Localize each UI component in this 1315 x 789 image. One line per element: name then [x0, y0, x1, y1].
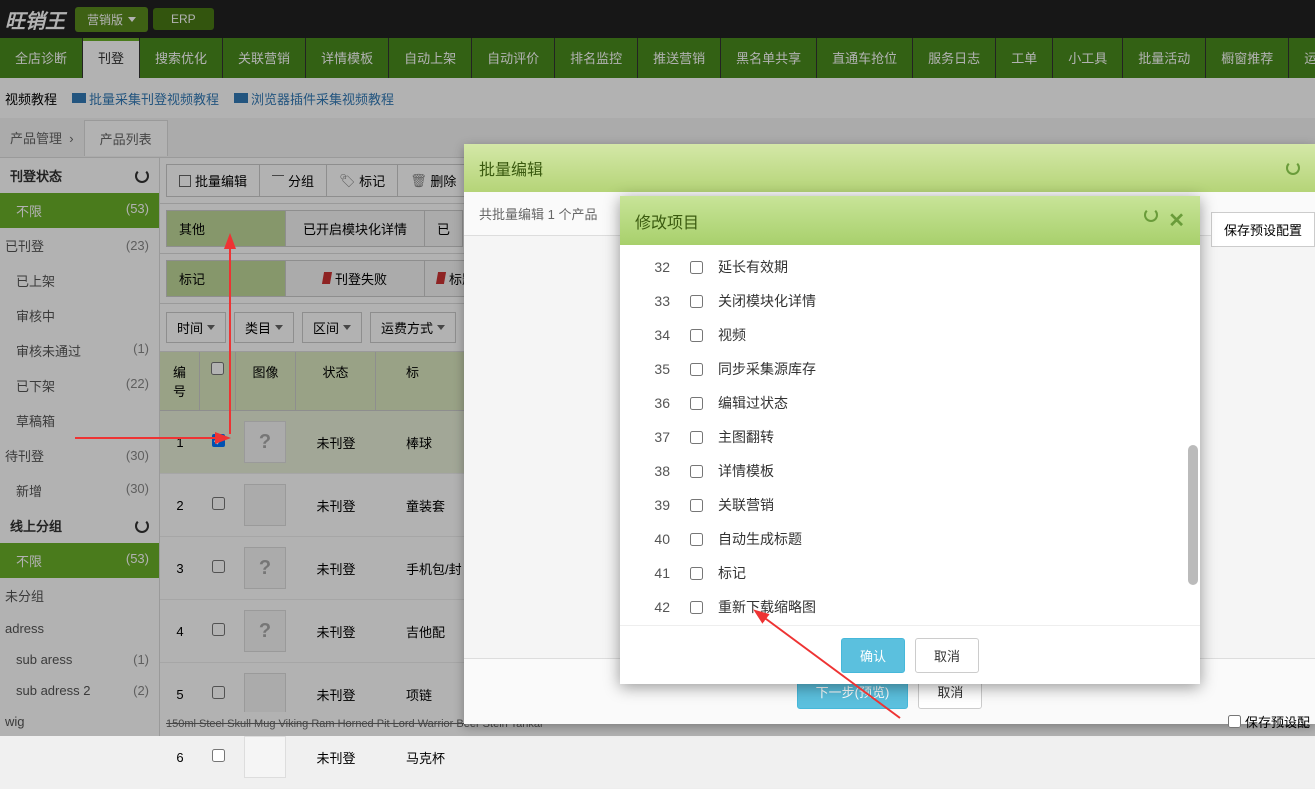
row-status: 未刊登: [296, 738, 376, 777]
batch-modal-title: 批量编辑: [479, 156, 543, 180]
item-label: 关闭模块化详情: [718, 291, 816, 311]
item-checkbox[interactable]: [690, 431, 703, 444]
item-num: 39: [640, 497, 670, 513]
modify-item[interactable]: 37 主图翻转: [620, 420, 1200, 454]
modify-item[interactable]: 43增加主图: [620, 624, 1200, 625]
item-checkbox[interactable]: [690, 567, 703, 580]
item-checkbox[interactable]: [690, 295, 703, 308]
save-preset-checkbox-label[interactable]: 保存预设配: [1228, 712, 1310, 731]
modify-item[interactable]: 42重新下载缩略图: [620, 590, 1200, 624]
modify-item[interactable]: 39 关联营销: [620, 488, 1200, 522]
item-checkbox[interactable]: [690, 533, 703, 546]
row-check: [200, 739, 236, 775]
item-label: 编辑过状态: [718, 393, 788, 413]
refresh-icon[interactable]: [1286, 161, 1300, 175]
annotation-arrow-1: [210, 234, 250, 439]
modify-item[interactable]: 34 视频: [620, 318, 1200, 352]
item-num: 41: [640, 565, 670, 581]
cancel-button[interactable]: 取消: [915, 638, 979, 673]
item-num: 40: [640, 531, 670, 547]
item-num: 36: [640, 395, 670, 411]
item-label: 详情模板: [718, 461, 774, 481]
inner-modal-header: 修改项目 ✕: [620, 196, 1200, 245]
item-num: 38: [640, 463, 670, 479]
item-num: 35: [640, 361, 670, 377]
item-label: 同步采集源库存: [718, 359, 816, 379]
row-title: 马克杯: [376, 738, 1315, 777]
inner-modal-actions: ✕: [1144, 208, 1185, 233]
row-checkbox[interactable]: [212, 749, 225, 762]
item-label: 延长有效期: [718, 257, 788, 277]
modify-item[interactable]: 36 编辑过状态: [620, 386, 1200, 420]
modify-item-modal: 修改项目 ✕ 32 延长有效期 33 关闭模块化详情 34 视频 35 同步采集源库存 36 编辑…: [620, 196, 1200, 684]
scrollbar-thumb[interactable]: [1188, 445, 1198, 585]
modify-item[interactable]: 41 标记: [620, 556, 1200, 590]
item-label: 标记: [718, 563, 746, 583]
item-label: 自动生成标题: [718, 529, 802, 549]
save-preset-button[interactable]: 保存预设配置: [1211, 212, 1315, 247]
modify-item[interactable]: 38 详情模板: [620, 454, 1200, 488]
save-preset-checkbox[interactable]: [1228, 715, 1241, 728]
item-checkbox[interactable]: [690, 363, 703, 376]
thumbnail: [244, 736, 286, 778]
item-checkbox[interactable]: [690, 601, 703, 614]
modify-item[interactable]: 40 自动生成标题: [620, 522, 1200, 556]
item-checkbox[interactable]: [690, 329, 703, 342]
modify-item[interactable]: 35 同步采集源库存: [620, 352, 1200, 386]
item-num: 37: [640, 429, 670, 445]
item-num: 42: [640, 599, 670, 615]
annotation-arrow-2: [75, 428, 235, 453]
item-checkbox[interactable]: [690, 465, 703, 478]
inner-modal-title: 修改项目: [635, 209, 699, 233]
annotation-arrow-3: [750, 608, 910, 733]
item-num: 33: [640, 293, 670, 309]
item-num: 34: [640, 327, 670, 343]
close-icon[interactable]: ✕: [1168, 208, 1185, 233]
item-checkbox[interactable]: [690, 261, 703, 274]
item-checkbox[interactable]: [690, 397, 703, 410]
item-num: 32: [640, 259, 670, 275]
row-num: 6: [160, 740, 200, 775]
modify-item[interactable]: 32 延长有效期: [620, 250, 1200, 284]
item-label: 关联营销: [718, 495, 774, 515]
refresh-icon[interactable]: [1144, 208, 1158, 222]
inner-modal-list[interactable]: 32 延长有效期 33 关闭模块化详情 34 视频 35 同步采集源库存 36 编辑过状态 37 主图…: [620, 245, 1200, 625]
item-label: 主图翻转: [718, 427, 774, 447]
item-checkbox[interactable]: [690, 499, 703, 512]
modify-item[interactable]: 33 关闭模块化详情: [620, 284, 1200, 318]
item-label: 视频: [718, 325, 746, 345]
inner-modal-footer: 确认 取消: [620, 625, 1200, 685]
batch-modal-header: 批量编辑: [464, 144, 1315, 192]
